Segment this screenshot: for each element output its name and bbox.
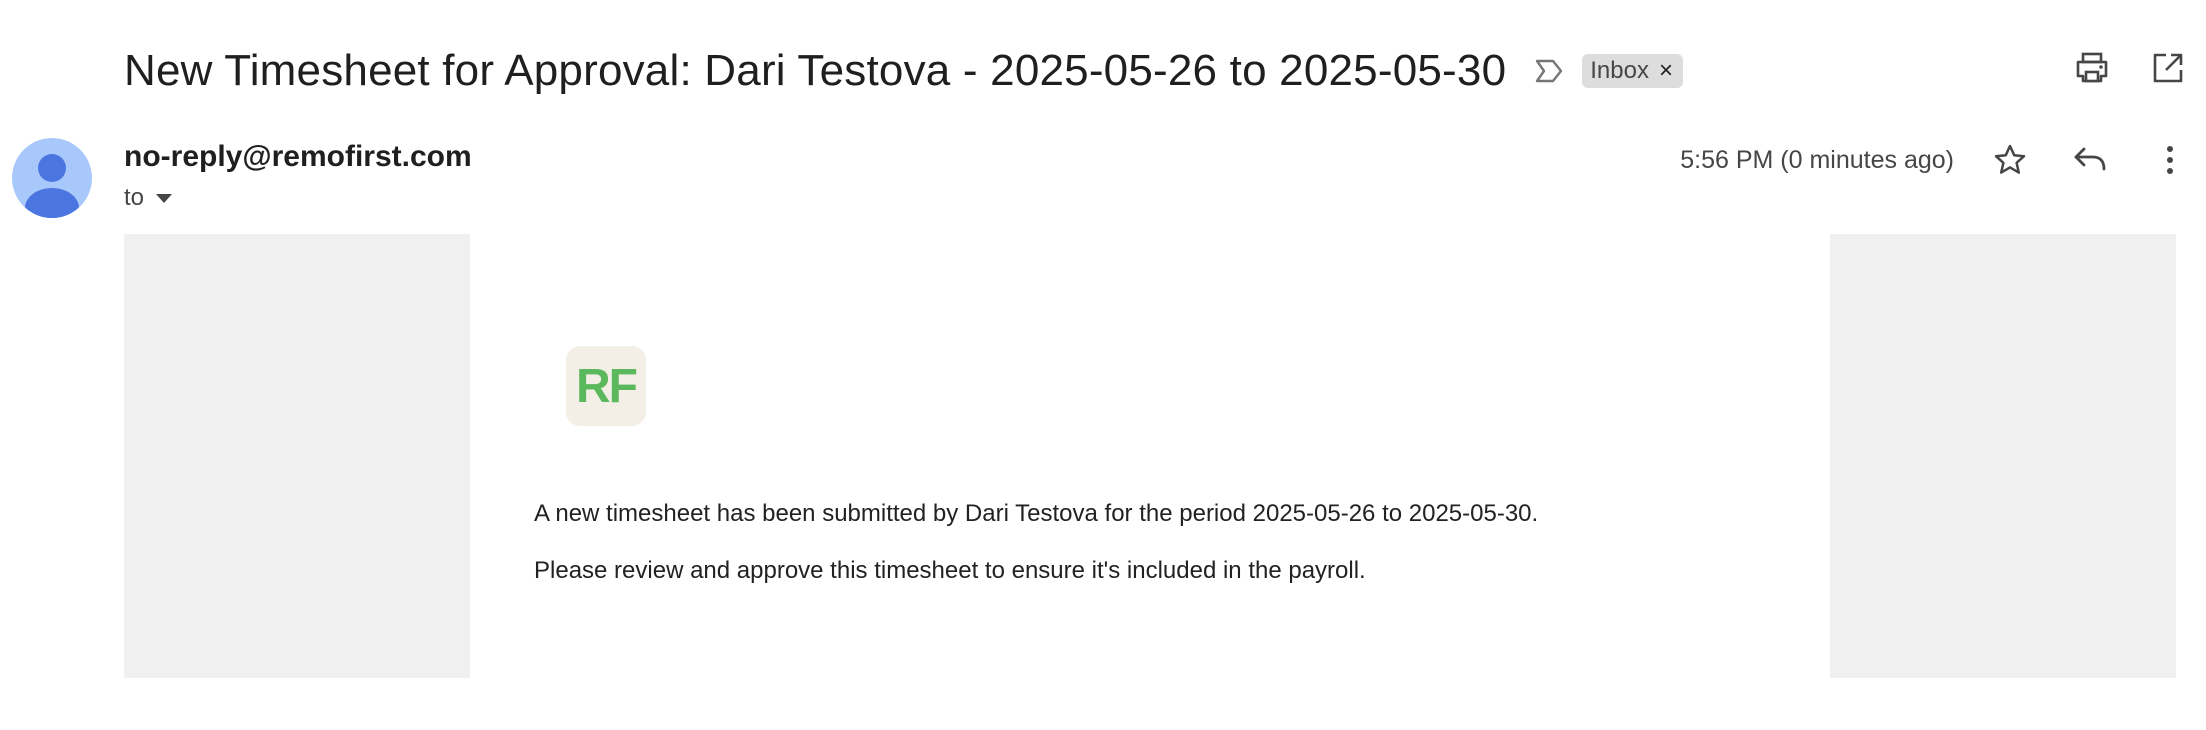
inbox-label-text: Inbox [1590, 57, 1649, 84]
remove-label-button[interactable]: × [1659, 57, 1673, 85]
inbox-label-chip[interactable]: Inbox × [1582, 54, 1683, 88]
body-left-margin [124, 234, 470, 678]
open-in-new-icon[interactable] [2148, 48, 2188, 88]
chevron-down-icon [156, 193, 173, 203]
more-vert-icon[interactable] [2150, 140, 2190, 180]
label-important-icon[interactable] [1532, 54, 1566, 88]
reply-icon[interactable] [2070, 140, 2110, 180]
to-label: to [124, 184, 145, 211]
recipient-details-toggle[interactable]: to [124, 184, 173, 212]
print-icon[interactable] [2072, 48, 2112, 88]
message-meta: 5:56 PM (0 minutes ago) [1680, 138, 2190, 182]
body-paragraph: A new timesheet has been submitted by Da… [534, 500, 1539, 527]
email-view: New Timesheet for Approval: Dari Testova… [0, 0, 2206, 730]
person-icon [25, 154, 79, 218]
email-subject: New Timesheet for Approval: Dari Testova… [124, 46, 1507, 95]
body-paragraph: Please review and approve this timesheet… [534, 557, 1366, 584]
star-icon[interactable] [1990, 140, 2030, 180]
sender-email[interactable]: no-reply@remofirst.com [124, 140, 472, 174]
remofirst-logo: RF [566, 346, 646, 426]
subject-row: New Timesheet for Approval: Dari Testova… [124, 38, 1683, 104]
message-timestamp: 5:56 PM (0 minutes ago) [1680, 145, 1954, 174]
body-right-margin [1830, 234, 2176, 678]
email-body: RF A new timesheet has been submitted by… [124, 234, 2176, 678]
thread-actions [2072, 48, 2188, 88]
sender-avatar[interactable] [12, 138, 92, 218]
